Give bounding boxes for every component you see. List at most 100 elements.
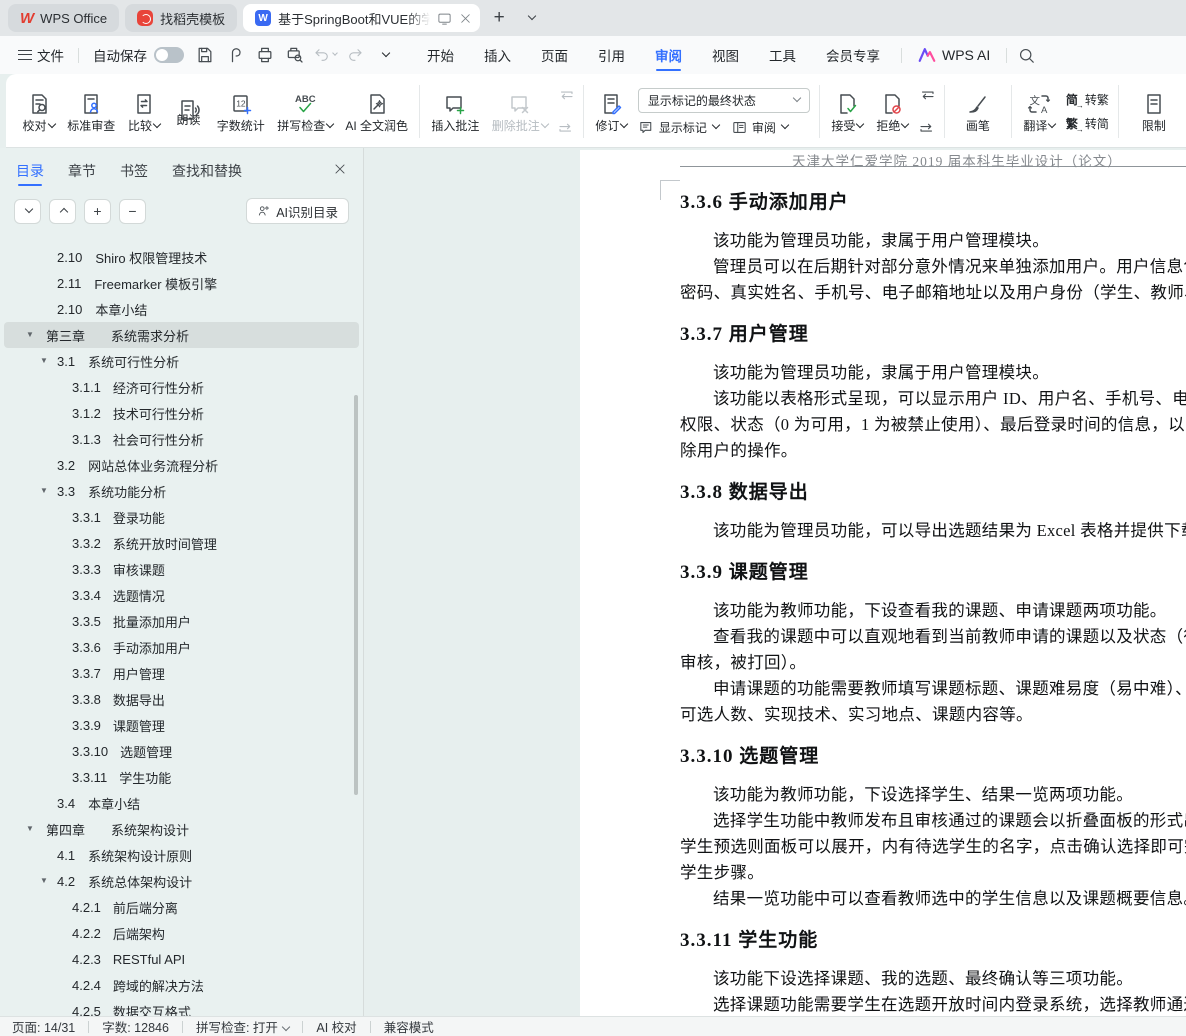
insert-comment-button[interactable]: 插入批注 (425, 78, 486, 145)
document-text-line[interactable]: 权限、状态（0 为可用，1 为被禁止使用）、最后登录时间的信息，以 (680, 412, 1186, 438)
toc-item[interactable]: 4.2.3RESTful API (4, 946, 359, 972)
undo-button[interactable] (312, 42, 338, 68)
save-icon[interactable] (192, 42, 218, 68)
search-icon[interactable] (1013, 42, 1039, 68)
document-heading[interactable]: 3.3.8 数据导出 (680, 480, 1186, 506)
document-text-line[interactable]: 该功能下设选择课题、我的选题、最终确认等三项功能。 (680, 966, 1186, 992)
sidebar-tab-find-replace[interactable]: 查找和替换 (172, 148, 242, 194)
document-text-line[interactable]: 可选人数、实现技术、实习地点、课题内容等。 (680, 702, 1186, 728)
document-text-line[interactable]: 学生步骤。 (680, 860, 1186, 886)
toc-item[interactable]: 4.2.2后端架构 (4, 920, 359, 946)
sidebar-tab-contents[interactable]: 目录 (16, 148, 44, 194)
expand-all-button[interactable] (49, 199, 76, 224)
document-text-line[interactable]: 该功能为教师功能，下设查看我的课题、申请课题两项功能。 (680, 598, 1186, 624)
status-compat-mode[interactable]: 兼容模式 (384, 1017, 434, 1036)
status-page-number[interactable]: 页面: 14/31 (12, 1017, 75, 1036)
toc-item[interactable]: 4.2.4跨域的解决方法 (4, 972, 359, 998)
document-heading[interactable]: 3.3.7 用户管理 (680, 322, 1186, 348)
accept-change-button[interactable]: 接受 (825, 78, 870, 145)
menu-tab-reference[interactable]: 引用 (583, 36, 640, 74)
previous-comment-icon[interactable] (557, 89, 575, 107)
spell-check-button[interactable]: ABC 拼写检查 (271, 78, 339, 145)
reject-change-button[interactable]: 拒绝 (870, 78, 915, 145)
tab-list-button[interactable] (518, 5, 544, 31)
toc-item[interactable]: 3.3.9课题管理 (4, 712, 359, 738)
status-ai-proofread[interactable]: AI 校对 (316, 1017, 356, 1036)
status-word-count[interactable]: 字数: 12846 (102, 1017, 169, 1036)
sidebar-close-icon[interactable] (333, 162, 347, 180)
document-text-line[interactable]: 结果一览功能中可以查看教师选中的学生信息以及课题概要信息。 (680, 886, 1186, 912)
to-traditional-button[interactable]: 简→ 转繁 (1066, 91, 1109, 108)
document-text-line[interactable]: 审核，被打回）。 (680, 650, 1186, 676)
toc-item[interactable]: 3.1.3社会可行性分析 (4, 426, 359, 452)
document-heading[interactable]: 3.3.6 手动添加用户 (680, 190, 1186, 216)
document-text-line[interactable]: 选择课题功能需要学生在选题开放时间内登录系统，选择教师通过 (680, 992, 1186, 1016)
toc-item[interactable]: 4.2.1前后端分离 (4, 894, 359, 920)
qat-more-button[interactable] (372, 42, 398, 68)
toc-item[interactable]: 3.4本章小结 (4, 790, 359, 816)
ai-polish-button[interactable]: AI 全文润色 (339, 78, 414, 145)
markup-state-dropdown[interactable]: 显示标记的最终状态 (638, 88, 810, 113)
toc-item[interactable]: 3.3.1登录功能 (4, 504, 359, 530)
to-simplified-button[interactable]: 繁→ 转简 (1066, 115, 1109, 132)
expand-triangle-icon[interactable]: ▼ (40, 356, 48, 365)
document-text-line[interactable]: 该功能为教师功能，下设选择学生、结果一览两项功能。 (680, 782, 1186, 808)
tab-docer[interactable]: 找稻壳模板 (125, 4, 237, 32)
share-screen-icon[interactable] (437, 11, 452, 26)
ai-recognize-toc-button[interactable]: AI识别目录 (246, 198, 349, 224)
document-text-line[interactable]: 查看我的课题中可以直观地看到当前教师申请的课题以及状态（待 (680, 624, 1186, 650)
document-text-line[interactable]: 该功能为管理员功能，可以导出选题结果为 Excel 表格并提供下载 (680, 518, 1186, 544)
toc-item[interactable]: 3.3.10选题管理 (4, 738, 359, 764)
print-preview-icon[interactable] (282, 42, 308, 68)
translate-button[interactable]: 文A 翻译 (1017, 78, 1062, 145)
toc-item[interactable]: 3.1.1经济可行性分析 (4, 374, 359, 400)
status-spell-check[interactable]: 拼写检查: 打开 (196, 1017, 289, 1036)
brush-button[interactable]: 画笔 (950, 78, 1006, 145)
toc-item[interactable]: 3.3.2系统开放时间管理 (4, 530, 359, 556)
toc-item[interactable]: ▼第三章系统需求分析 (4, 322, 359, 348)
expand-triangle-icon[interactable]: ▼ (26, 330, 34, 339)
document-text-line[interactable]: 申请课题的功能需要教师填写课题标题、课题难易度（易中难）、课 (680, 676, 1186, 702)
document-text-line[interactable]: 学生预选则面板可以展开，内有待选学生的名字，点击确认选择即可完 (680, 834, 1186, 860)
toc-item[interactable]: 3.3.3审核课题 (4, 556, 359, 582)
document-heading[interactable]: 3.3.10 选题管理 (680, 744, 1186, 770)
toc-item[interactable]: ▼3.1系统可行性分析 (4, 348, 359, 374)
menu-tab-home[interactable]: 开始 (412, 36, 469, 74)
document-heading[interactable]: 3.3.11 学生功能 (680, 928, 1186, 954)
standard-review-button[interactable]: 标准审查 (61, 78, 122, 145)
toc-item[interactable]: 4.2.5数据交互格式 (4, 998, 359, 1016)
tab-document[interactable]: W 基于SpringBoot和VUE的学生 (243, 4, 480, 32)
toc-item[interactable]: 3.3.6手动添加用户 (4, 634, 359, 660)
zoom-out-level-button[interactable]: − (119, 199, 146, 224)
toc-item[interactable]: 2.10Shiro 权限管理技术 (4, 244, 359, 270)
document-text-line[interactable]: 管理员可以在后期针对部分意外情况来单独添加用户。用户信息包 (680, 254, 1186, 280)
autosave-toggle[interactable] (154, 47, 184, 63)
menu-tab-tools[interactable]: 工具 (754, 36, 811, 74)
document-text-line[interactable]: 该功能为管理员功能，隶属于用户管理模块。 (680, 360, 1186, 386)
tab-wps-office[interactable]: W WPS Office (8, 4, 119, 32)
delete-comment-button[interactable]: 删除批注 (486, 78, 554, 145)
file-menu-button[interactable]: 文件 (10, 41, 72, 69)
document-heading[interactable]: 3.3.9 课题管理 (680, 560, 1186, 586)
document-text-line[interactable]: 密码、真实姓名、手机号、电子邮箱地址以及用户身份（学生、教师、 (680, 280, 1186, 306)
track-changes-button[interactable]: 修订 (589, 78, 634, 145)
next-comment-icon[interactable] (557, 116, 575, 134)
menu-tab-insert[interactable]: 插入 (469, 36, 526, 74)
collapse-all-button[interactable] (14, 199, 41, 224)
sidebar-tab-chapters[interactable]: 章节 (68, 148, 96, 194)
expand-triangle-icon[interactable]: ▼ (26, 824, 34, 833)
next-change-icon[interactable] (918, 116, 936, 134)
toc-item[interactable]: 3.3.11学生功能 (4, 764, 359, 790)
menu-tab-view[interactable]: 视图 (697, 36, 754, 74)
compare-button[interactable]: 比较 (122, 78, 167, 145)
review-pane-button[interactable]: 审阅 (731, 119, 788, 136)
toc-item[interactable]: 2.11Freemarker 模板引擎 (4, 270, 359, 296)
expand-triangle-icon[interactable]: ▼ (40, 486, 48, 495)
toc-item[interactable]: ▼4.2系统总体架构设计 (4, 868, 359, 894)
document-text-line[interactable]: 选择学生功能中教师发布且审核通过的课题会以折叠面板的形式出 (680, 808, 1186, 834)
document-text-line[interactable]: 该功能为管理员功能，隶属于用户管理模块。 (680, 228, 1186, 254)
sidebar-tab-bookmarks[interactable]: 书签 (120, 148, 148, 194)
sidebar-scrollbar-thumb[interactable] (354, 395, 358, 795)
toc-item[interactable]: ▼第四章系统架构设计 (4, 816, 359, 842)
print-icon[interactable] (252, 42, 278, 68)
